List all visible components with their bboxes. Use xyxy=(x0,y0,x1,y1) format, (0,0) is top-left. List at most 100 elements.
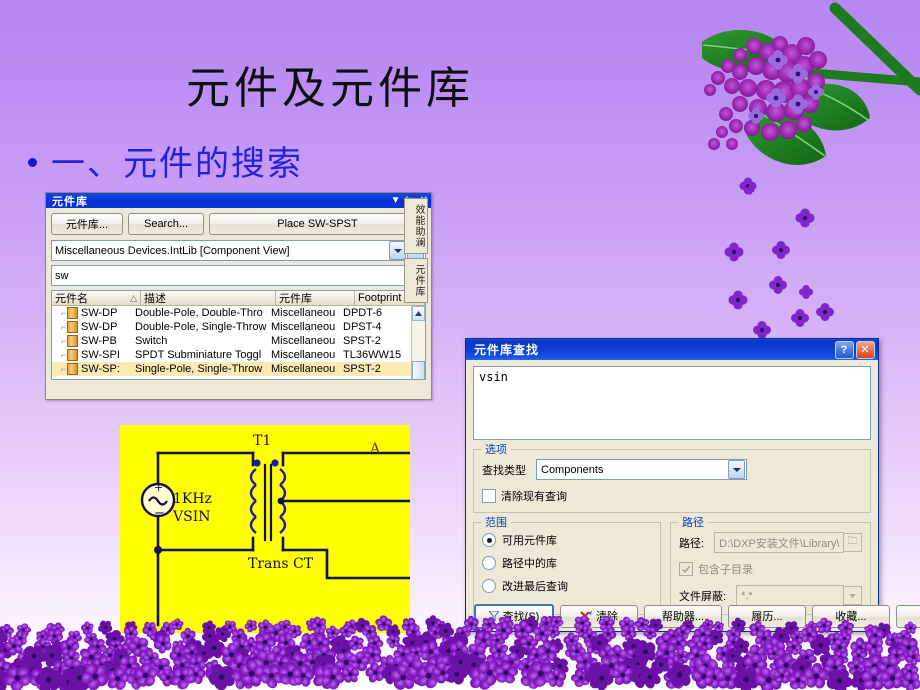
libraries-panel-title: 元件库 xyxy=(52,195,88,208)
folder-browse-icon[interactable]: 🗀 xyxy=(844,533,862,552)
lilac-flower-decoration xyxy=(680,0,920,340)
libraries-toolbar: 元件库... Search... Place SW-SPST xyxy=(51,213,426,235)
page-title: 元件及元件库 xyxy=(186,63,474,114)
svg-text:A: A xyxy=(369,441,381,457)
scope-option-available-libraries[interactable]: 可用元件库 xyxy=(482,532,652,548)
vertical-scrollbar[interactable] xyxy=(411,306,425,379)
cell-library: Miscellaneou xyxy=(271,335,336,347)
components-grid-header: 元件名 △ 描述 元件库 Footprint xyxy=(52,291,425,306)
side-tab-performance[interactable]: 效能助澜 xyxy=(404,198,428,254)
svg-text:Trans CT: Trans CT xyxy=(248,556,314,572)
search-type-value: Components xyxy=(541,463,604,476)
tree-line-icon: ⌐ xyxy=(60,336,66,346)
table-row[interactable]: ⌐ SW-SPI SPDT Subminiature Toggl Miscell… xyxy=(52,348,411,362)
search-button[interactable]: 查找(S) xyxy=(474,603,554,629)
tree-line-icon: ⌐ xyxy=(60,322,66,332)
scope-option-refine-last-search[interactable]: 改进最后查询 xyxy=(482,578,652,594)
path-input[interactable]: D:\DXP安装文件\Library\ xyxy=(714,532,844,553)
cell-description: Double-Pole, Single-Throw xyxy=(135,321,267,333)
library-select-value: Miscellaneous Devices.IntLib [Component … xyxy=(55,244,290,257)
cell-name: SW-DP xyxy=(81,321,118,333)
component-icon xyxy=(67,349,78,361)
bullet-heading: 一、元件的搜索 xyxy=(28,136,303,185)
circuit-schematic-image: + − T1 A 1KHz VSIN Trans CT xyxy=(120,425,410,633)
history-button[interactable]: 履历... xyxy=(728,604,806,628)
cell-description: SPDT Subminiature Toggl xyxy=(135,349,262,361)
scrollbar-track[interactable] xyxy=(412,321,425,379)
component-icon xyxy=(67,307,78,319)
search-type-select[interactable]: Components xyxy=(536,459,747,480)
options-group: 选项 查找类型 Components 清除现有查询 xyxy=(473,441,871,513)
dialog-titlebar: 元件库查找 ? ✕ xyxy=(466,339,878,360)
clear-icon xyxy=(580,610,592,621)
svg-text:T1: T1 xyxy=(253,433,271,449)
column-header-library[interactable]: 元件库 xyxy=(276,291,355,306)
table-row[interactable]: ⌐ SW-DP Double-Pole, Single-Throw Miscel… xyxy=(52,320,411,334)
radio-icon[interactable] xyxy=(482,533,496,547)
column-header-description[interactable]: 描述 xyxy=(141,291,276,306)
cell-footprint: DPST-4 xyxy=(343,321,382,333)
clear-existing-query-label: 清除现有查询 xyxy=(501,491,567,503)
panel-side-tabs: 效能助澜 元件库 xyxy=(404,198,428,307)
filter-input[interactable]: sw xyxy=(51,265,426,286)
path-label: 路径: xyxy=(679,537,705,550)
cell-library: Miscellaneou xyxy=(271,363,336,375)
cancel-button[interactable]: 取消 xyxy=(896,604,920,628)
cell-description: Switch xyxy=(135,335,168,347)
query-textarea[interactable]: vsin xyxy=(473,366,871,440)
libraries-button[interactable]: 元件库... xyxy=(51,213,123,235)
clear-button[interactable]: 清除 xyxy=(560,604,638,628)
close-icon[interactable]: ✕ xyxy=(856,340,875,359)
favorites-button[interactable]: 收藏... xyxy=(812,604,890,628)
column-header-name[interactable]: 元件名 △ xyxy=(52,291,141,306)
scroll-up-icon[interactable] xyxy=(412,306,425,321)
table-row[interactable]: ⌐ SW-DP Double-Pole, Double-Thro Miscell… xyxy=(52,306,411,320)
dialog-title: 元件库查找 xyxy=(474,343,540,357)
component-icon xyxy=(67,335,78,347)
options-group-label: 选项 xyxy=(481,441,511,457)
place-component-button[interactable]: Place SW-SPST xyxy=(209,213,426,235)
table-row[interactable]: ⌐ SW-PB Switch Miscellaneou SPST-2 xyxy=(52,334,411,348)
svg-text:−: − xyxy=(154,506,165,521)
help-icon[interactable]: ? xyxy=(835,340,854,359)
include-subdirectories-checkbox[interactable] xyxy=(679,562,693,576)
library-select[interactable]: Miscellaneous Devices.IntLib [Component … xyxy=(51,240,426,261)
cell-name: SW-PB xyxy=(81,335,117,347)
cell-description: Double-Pole, Double-Thro xyxy=(135,307,263,319)
include-subdirectories-label: 包含子目录 xyxy=(698,564,753,576)
cell-library: Miscellaneou xyxy=(271,307,336,319)
libraries-panel-titlebar: 元件库 ▼ ⊨ ✕ xyxy=(46,193,431,208)
scrollbar-thumb[interactable] xyxy=(412,361,425,379)
cell-name: SW-SP: xyxy=(81,363,120,375)
svg-text:+: + xyxy=(154,481,163,494)
bullet-dot-icon xyxy=(28,158,37,167)
table-row[interactable]: ⌐ SW-SP: Single-Pole, Single-Throw Misce… xyxy=(52,362,411,376)
components-grid: 元件名 △ 描述 元件库 Footprint ⌐ SW-DP Double-Po… xyxy=(51,290,426,380)
chevron-down-icon[interactable]: ▼ xyxy=(391,195,401,206)
scope-option-label: 可用元件库 xyxy=(502,535,557,547)
tree-line-icon: ⌐ xyxy=(60,350,66,360)
clear-existing-query-checkbox[interactable] xyxy=(482,489,496,503)
filter-input-value: sw xyxy=(55,269,69,282)
scope-option-label: 改进最后查询 xyxy=(502,581,568,593)
cell-description: Single-Pole, Single-Throw xyxy=(135,363,263,375)
search-button[interactable]: Search... xyxy=(128,213,204,235)
radio-icon[interactable] xyxy=(482,579,496,593)
tree-line-icon: ⌐ xyxy=(60,308,66,318)
svg-text:VSIN: VSIN xyxy=(172,509,210,525)
chevron-down-icon[interactable] xyxy=(728,460,745,479)
side-tab-libraries[interactable]: 元件库 xyxy=(404,258,428,303)
component-icon xyxy=(67,363,78,375)
path-group-label: 路径 xyxy=(678,514,708,530)
helper-button[interactable]: 帮助器... xyxy=(644,604,722,628)
scope-option-libraries-on-path[interactable]: 路径中的库 xyxy=(482,555,652,571)
radio-icon[interactable] xyxy=(482,556,496,570)
cell-name: SW-SPI xyxy=(81,349,120,361)
cell-library: Miscellaneou xyxy=(271,349,336,361)
cell-footprint: SPST-2 xyxy=(343,335,381,347)
components-grid-body: ⌐ SW-DP Double-Pole, Double-Thro Miscell… xyxy=(52,306,411,379)
cell-footprint: TL36WW15 xyxy=(343,349,402,361)
scope-group-label: 范围 xyxy=(481,514,511,530)
cell-library: Miscellaneou xyxy=(271,321,336,333)
libraries-panel: 元件库 ▼ ⊨ ✕ 元件库... Search... Place SW-SPST… xyxy=(45,192,432,400)
